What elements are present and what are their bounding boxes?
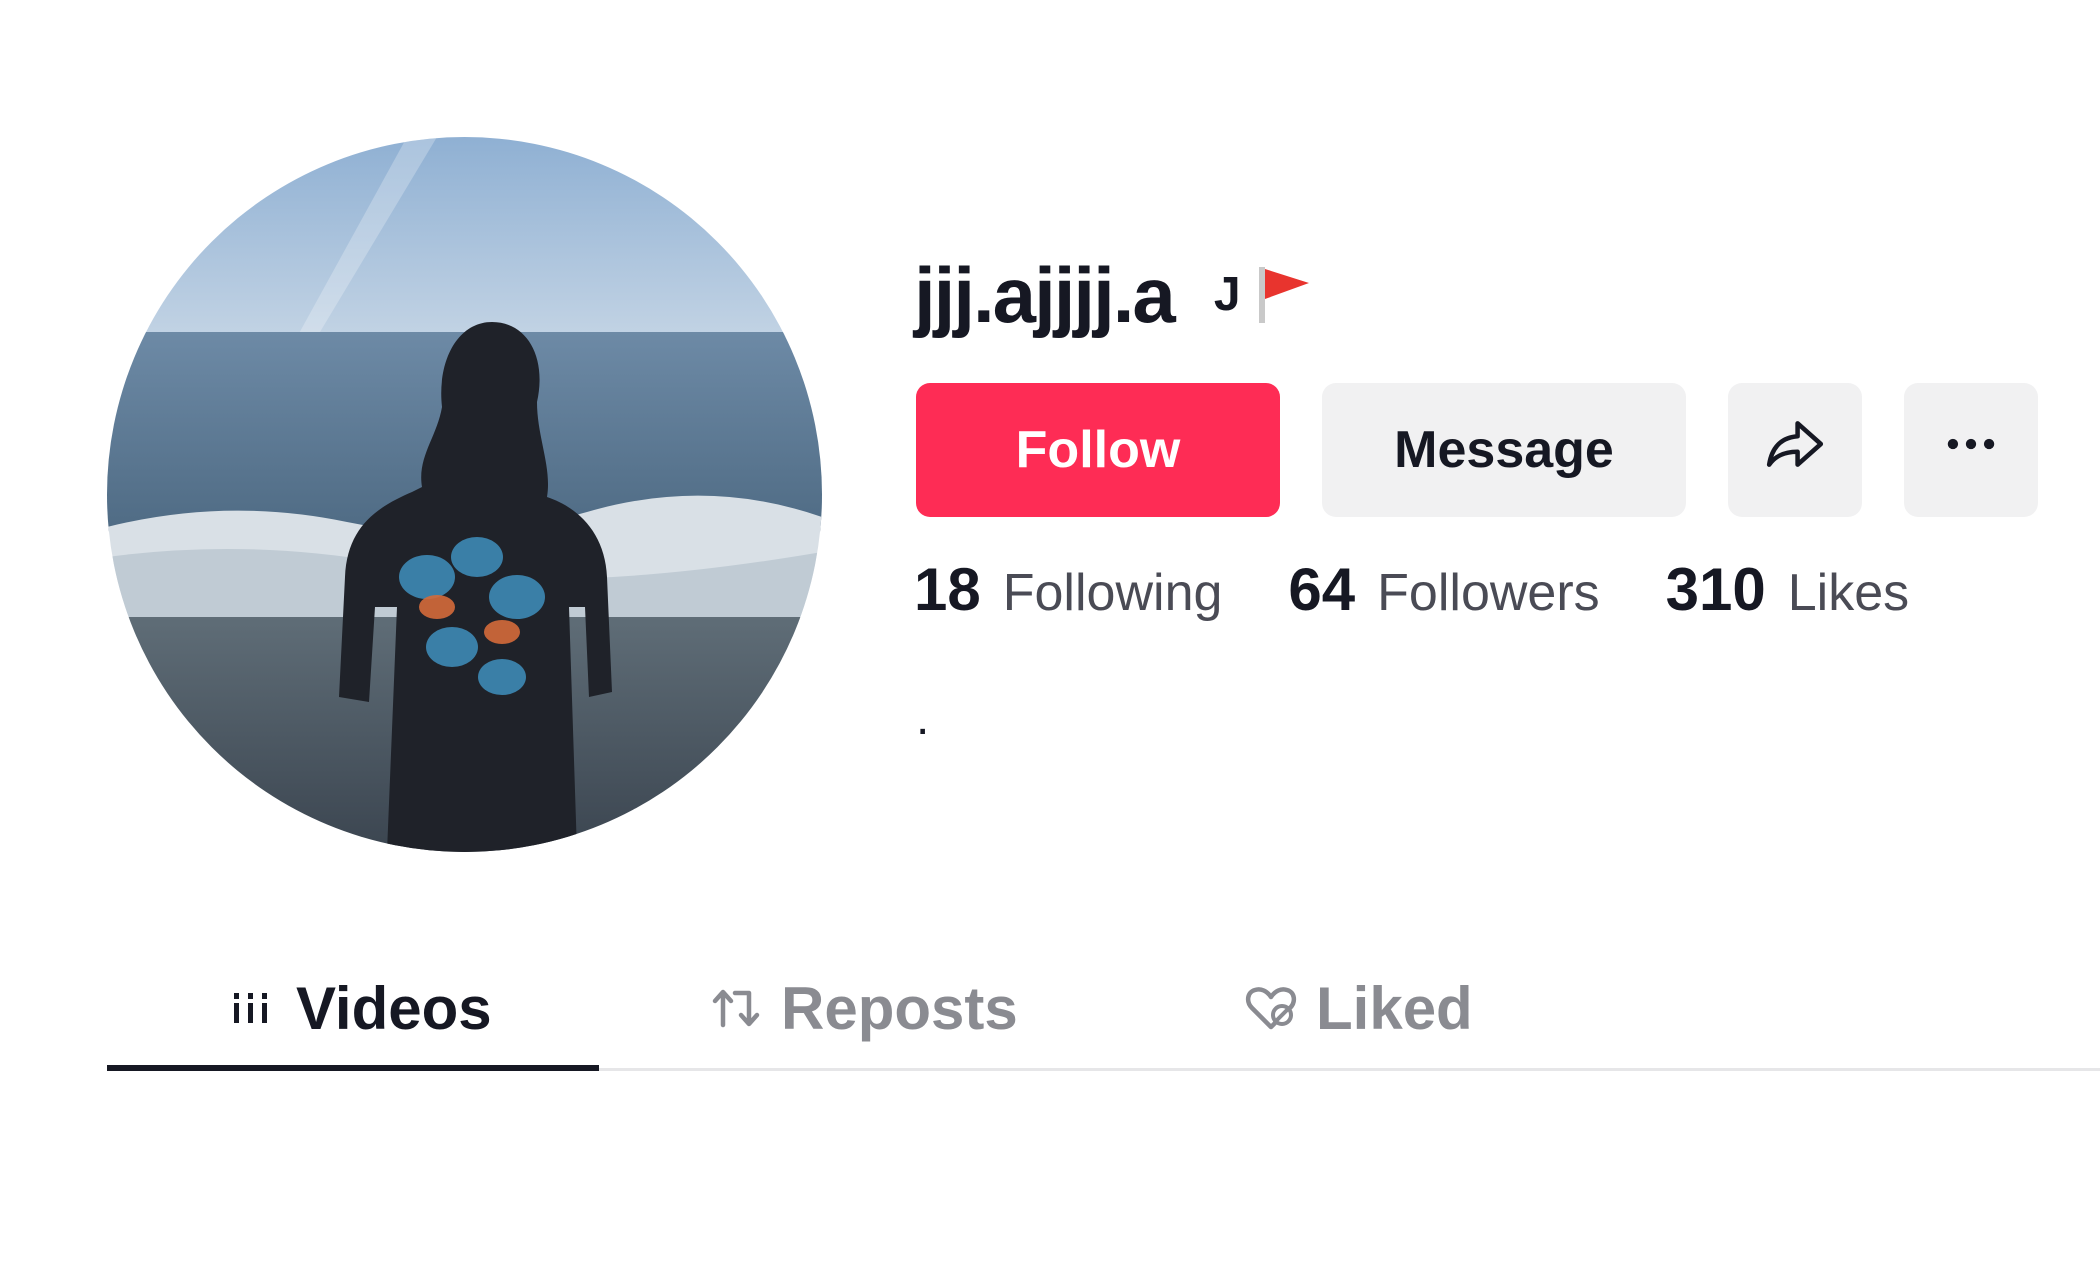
profile-avatar[interactable] (107, 137, 822, 852)
tab-reposts-label: Reposts (781, 974, 1018, 1042)
tab-videos-label: Videos (296, 974, 492, 1042)
likes-count: 310 (1665, 556, 1766, 623)
username-row: jjj.ajjjj.a J (914, 245, 1311, 345)
nickname: J (1213, 268, 1241, 321)
share-arrow-icon (1764, 413, 1826, 488)
likes-stat: 310 Likes (1666, 560, 1910, 620)
likes-label: Likes (1787, 564, 1910, 622)
red-flag-icon (1255, 265, 1311, 325)
tab-liked-label: Liked (1316, 974, 1473, 1042)
more-options-button[interactable] (1904, 383, 2038, 517)
profile-actions: Follow Message (916, 383, 2038, 517)
tab-liked[interactable]: Liked (1242, 945, 1473, 1071)
avatar-image (107, 137, 822, 852)
active-tab-indicator (107, 1065, 599, 1071)
profile-page: jjj.ajjjj.a J Follow Message 18 Followin… (0, 0, 2100, 1275)
profile-bio: . (916, 692, 930, 745)
follow-button[interactable]: Follow (916, 383, 1280, 517)
tab-videos[interactable]: Videos (222, 945, 492, 1071)
profile-tabs: Videos Reposts Liked (107, 945, 2100, 1071)
followers-label: Followers (1377, 564, 1600, 622)
username: jjj.ajjjj.a (914, 251, 1176, 339)
grid-icon (222, 979, 280, 1037)
heart-icon (1242, 979, 1300, 1037)
tab-reposts[interactable]: Reposts (707, 945, 1018, 1071)
followers-stat[interactable]: 64 Followers (1288, 560, 1599, 620)
following-count: 18 (914, 556, 981, 623)
message-button[interactable]: Message (1322, 383, 1686, 517)
following-stat[interactable]: 18 Following (914, 560, 1222, 620)
more-ellipsis-icon (1940, 413, 2002, 488)
following-label: Following (1002, 564, 1223, 622)
profile-stats: 18 Following 64 Followers 310 Likes (914, 560, 1975, 620)
repost-icon (707, 979, 765, 1037)
share-button[interactable] (1728, 383, 1862, 517)
followers-count: 64 (1288, 556, 1356, 623)
